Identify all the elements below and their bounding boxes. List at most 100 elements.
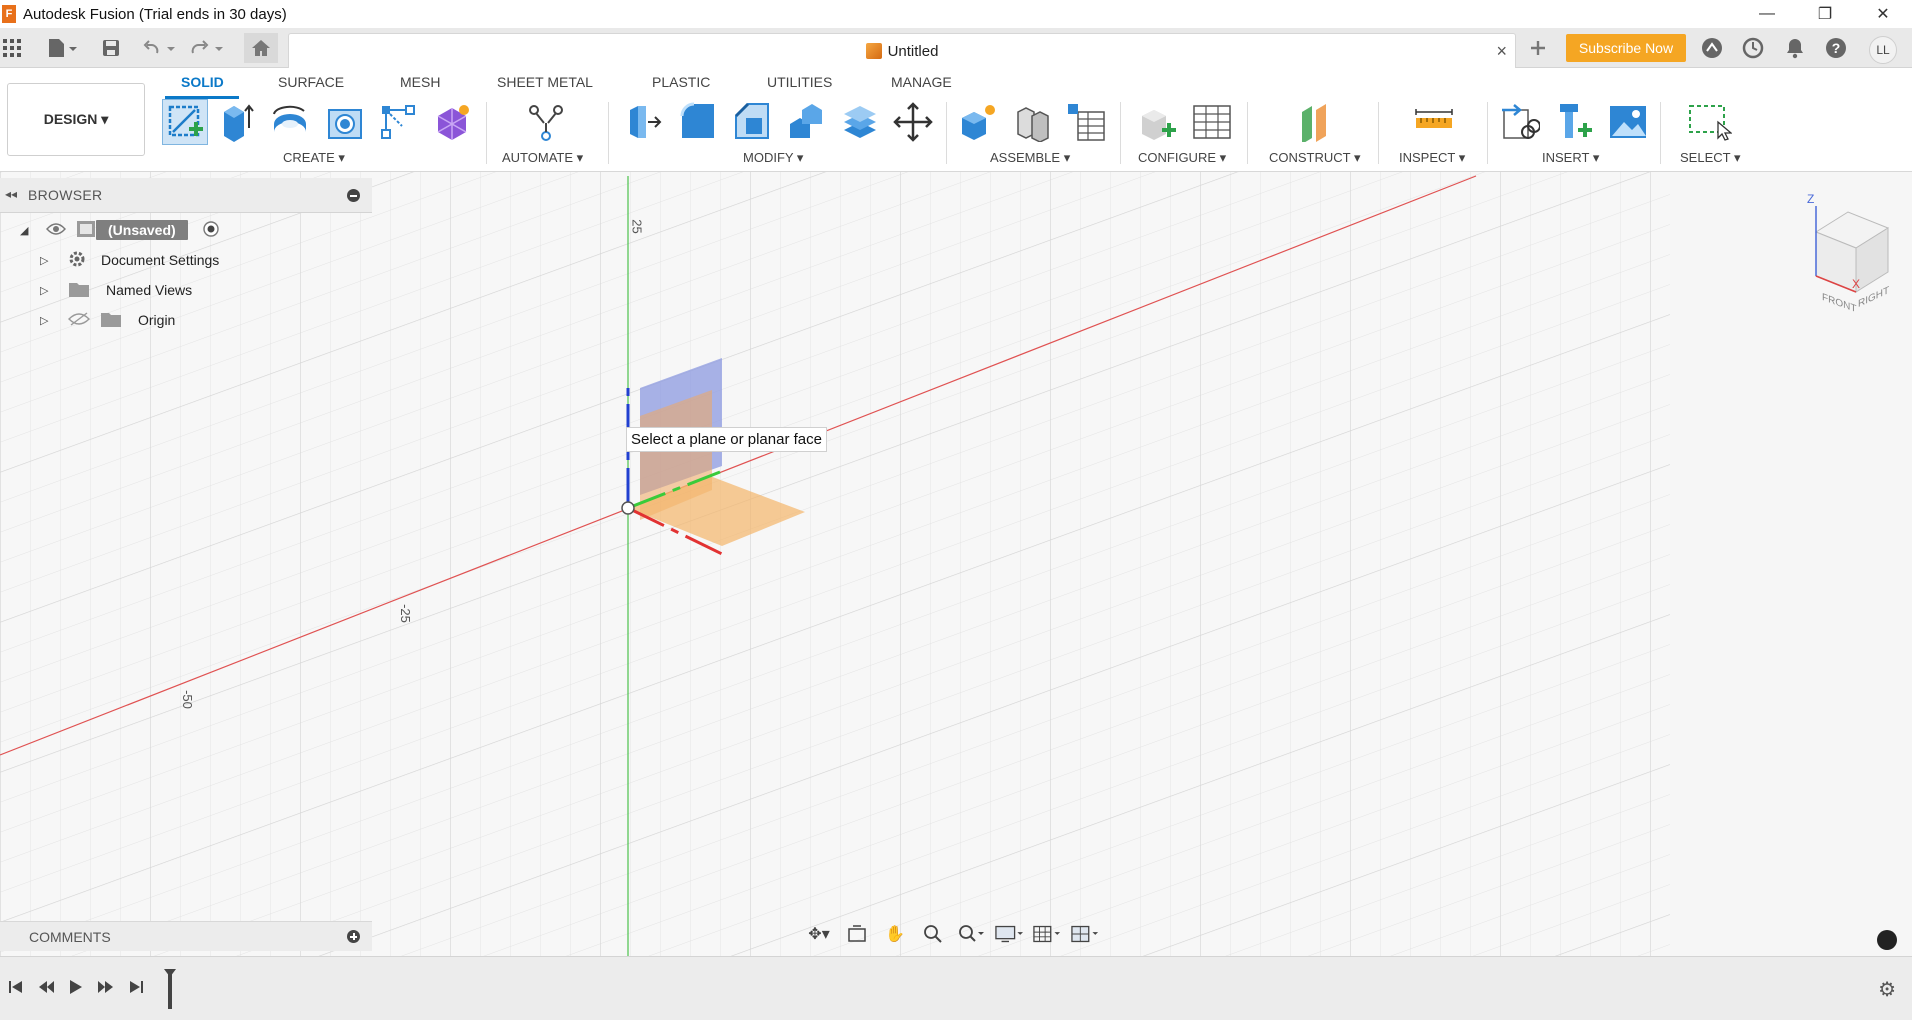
file-icon[interactable]	[44, 36, 80, 60]
display-settings-icon[interactable]	[995, 921, 1023, 947]
grid-menu-icon[interactable]	[2, 36, 22, 60]
insert-menu[interactable]: INSERT ▾	[1542, 150, 1599, 166]
automate-menu[interactable]: AUTOMATE ▾	[502, 150, 583, 166]
extensions-icon[interactable]	[1700, 36, 1724, 60]
chamfer-tool[interactable]	[732, 102, 772, 142]
browser-minimize-icon[interactable]	[347, 189, 360, 202]
timeline-settings-gear-icon[interactable]: ⚙	[1878, 977, 1896, 1002]
configure-tool[interactable]	[1138, 102, 1178, 142]
display-mode-icon[interactable]	[1877, 930, 1897, 950]
assemble-menu[interactable]: ASSEMBLE ▾	[990, 150, 1070, 166]
comments-title: COMMENTS	[29, 929, 111, 945]
grid-settings-icon[interactable]	[1033, 921, 1061, 947]
automate-tool[interactable]	[526, 102, 566, 142]
form-tool[interactable]	[432, 102, 472, 142]
tab-plastic[interactable]: PLASTIC	[652, 74, 710, 90]
avatar[interactable]: LL	[1869, 36, 1897, 64]
help-icon[interactable]: ?	[1824, 36, 1848, 60]
tab-utilities[interactable]: UTILITIES	[767, 74, 832, 90]
zoom-icon[interactable]	[919, 921, 947, 947]
expand-arrow-icon[interactable]: ▷	[40, 284, 48, 297]
home-icon[interactable]	[244, 33, 278, 63]
joint-tool[interactable]	[1012, 102, 1052, 143]
create-menu[interactable]: CREATE ▾	[283, 150, 345, 166]
next-icon[interactable]	[97, 979, 115, 1000]
collapse-panel-icon[interactable]: ◂◂	[5, 187, 17, 201]
tab-mesh[interactable]: MESH	[400, 74, 440, 90]
measure-tool[interactable]	[1414, 102, 1454, 142]
restore-button[interactable]: ❐	[1796, 0, 1854, 28]
configuration-table-tool[interactable]	[1192, 102, 1232, 142]
offset-plane-tool[interactable]	[1296, 102, 1336, 144]
undo-icon[interactable]	[142, 36, 178, 60]
tab-surface[interactable]: SURFACE	[278, 74, 344, 90]
pan-icon[interactable]: ✋	[881, 921, 909, 947]
comments-panel: COMMENTS	[0, 921, 372, 951]
tree-item-label: Document Settings	[101, 252, 220, 268]
combine-tool[interactable]	[786, 102, 826, 142]
tab-manage[interactable]: MANAGE	[891, 74, 952, 90]
notifications-icon[interactable]	[1783, 36, 1807, 60]
job-status-icon[interactable]	[1741, 36, 1765, 60]
folder-icon	[100, 310, 122, 331]
fit-zoom-icon[interactable]	[957, 921, 985, 947]
minimize-button[interactable]: —	[1738, 0, 1796, 28]
last-icon[interactable]	[128, 979, 144, 1000]
shell-tool[interactable]	[840, 102, 880, 142]
unsaved-root-label: (Unsaved)	[96, 220, 188, 240]
move-tool[interactable]	[893, 102, 933, 142]
insert-mcmaster-tool[interactable]	[1554, 102, 1594, 142]
timeline-marker[interactable]	[168, 973, 172, 1009]
previous-icon[interactable]	[37, 979, 55, 1000]
expand-arrow-icon[interactable]: ▷	[40, 254, 48, 267]
close-tab-button[interactable]: ×	[1496, 41, 1507, 62]
viewcube-x-label: X	[1852, 277, 1861, 291]
viewcube-z-label: Z	[1807, 192, 1815, 206]
play-icon[interactable]	[67, 979, 83, 1000]
orbit-icon[interactable]: ✥▾	[805, 921, 833, 947]
press-pull-tool[interactable]	[624, 102, 664, 142]
create-sketch-tool[interactable]	[162, 99, 208, 145]
3d-viewport[interactable]: Select a plane or planar face 25 -25 -50…	[0, 172, 1912, 956]
timeline: ⚙	[0, 956, 1912, 1020]
axis-tick-label: -25	[397, 604, 413, 623]
viewport-graphics	[0, 172, 1890, 956]
revolve-tool[interactable]	[270, 102, 310, 142]
collapse-arrow-icon[interactable]: ◢	[20, 224, 28, 237]
tab-solid[interactable]: SOLID	[181, 74, 224, 90]
save-icon[interactable]	[100, 36, 122, 60]
bill-of-materials-tool[interactable]	[1066, 102, 1106, 142]
first-icon[interactable]	[8, 979, 24, 1000]
workspace-dropdown[interactable]: DESIGN ▾	[7, 83, 145, 156]
hole-tool[interactable]	[325, 102, 365, 142]
configure-menu[interactable]: CONFIGURE ▾	[1138, 150, 1226, 166]
hidden-eye-icon[interactable]	[68, 311, 90, 330]
fusion-logo-icon: F	[2, 5, 16, 23]
subscribe-button[interactable]: Subscribe Now	[1566, 34, 1686, 62]
extrude-tool[interactable]	[216, 102, 256, 142]
add-comment-icon[interactable]	[347, 930, 360, 943]
viewports-icon[interactable]	[1071, 921, 1099, 947]
pattern-tool[interactable]	[378, 102, 418, 142]
design-document-icon	[865, 43, 882, 59]
document-tab[interactable]: Untitled ×	[288, 33, 1516, 68]
expand-arrow-icon[interactable]: ▷	[40, 314, 48, 327]
inspect-menu[interactable]: INSPECT ▾	[1399, 150, 1465, 166]
modify-menu[interactable]: MODIFY ▾	[743, 150, 803, 166]
visibility-eye-icon[interactable]	[46, 222, 66, 239]
look-at-icon[interactable]	[843, 921, 871, 947]
redo-icon[interactable]	[190, 36, 226, 60]
activate-radio-icon[interactable]	[202, 220, 220, 241]
window-select-tool[interactable]	[1688, 102, 1733, 142]
new-component-tool[interactable]	[958, 102, 998, 142]
tab-sheet-metal[interactable]: SHEET METAL	[497, 74, 593, 90]
close-window-button[interactable]: ✕	[1854, 0, 1912, 28]
insert-derive-tool[interactable]	[1500, 102, 1541, 142]
construct-menu[interactable]: CONSTRUCT ▾	[1269, 150, 1361, 166]
select-menu[interactable]: SELECT ▾	[1680, 150, 1740, 166]
title-bar: F Autodesk Fusion (Trial ends in 30 days…	[0, 0, 1912, 28]
new-tab-plus-icon[interactable]	[1525, 36, 1551, 60]
insert-canvas-tool[interactable]	[1608, 102, 1648, 142]
origin-point	[621, 501, 635, 515]
fillet-tool[interactable]	[678, 102, 718, 142]
